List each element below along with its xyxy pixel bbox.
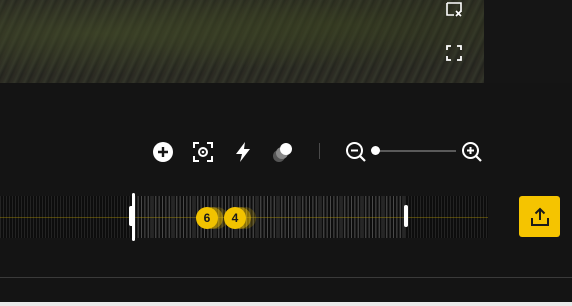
fullscreen-icon[interactable]	[444, 43, 464, 63]
zoom-out-icon[interactable]	[344, 140, 368, 164]
panel-divider	[0, 277, 572, 278]
zoom-slider-thumb[interactable]	[371, 146, 380, 155]
trim-start-grip[interactable]	[129, 206, 134, 226]
focus-target-icon[interactable]	[191, 140, 215, 164]
color-blend-icon[interactable]	[271, 140, 295, 164]
toolbar-divider	[319, 143, 320, 159]
close-caption-icon[interactable]	[444, 0, 464, 20]
add-circle-icon[interactable]	[151, 140, 175, 164]
marker-label: 4	[231, 211, 239, 225]
bottom-bar	[0, 302, 572, 306]
zoom-slider-track[interactable]	[376, 150, 456, 152]
timeline-marker[interactable]: 4	[224, 207, 246, 229]
video-preview	[0, 0, 484, 83]
zoom-in-icon[interactable]	[460, 140, 484, 164]
timeline-marker[interactable]: 6	[196, 207, 218, 229]
share-upload-icon	[530, 207, 549, 226]
timeline-track[interactable]: 6 4	[0, 193, 488, 241]
flash-icon[interactable]	[231, 140, 255, 164]
preview-side-panel	[446, 0, 572, 83]
marker-label: 6	[203, 211, 211, 225]
trim-end-handle[interactable]	[404, 205, 408, 227]
export-button[interactable]	[519, 196, 560, 237]
